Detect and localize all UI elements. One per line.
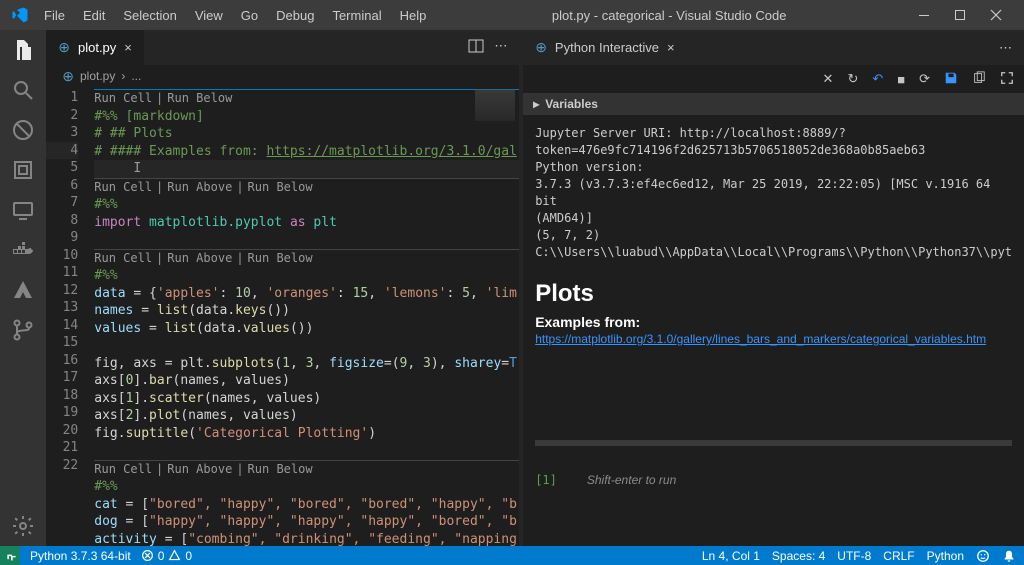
vscode-logo-icon (8, 3, 32, 27)
menu-go[interactable]: Go (233, 4, 266, 27)
feedback-icon[interactable] (976, 549, 990, 563)
debug-icon[interactable] (11, 158, 35, 182)
breadcrumb[interactable]: ⊕ plot.py › ... (46, 65, 519, 87)
status-language[interactable]: Python (927, 549, 964, 563)
minimap[interactable] (475, 89, 515, 121)
tab-close-icon[interactable]: × (124, 40, 132, 55)
menu-view[interactable]: View (187, 4, 231, 27)
output-subheading: Examples from: (535, 314, 1012, 331)
undo-icon[interactable]: ↶ (872, 71, 883, 87)
copy-icon[interactable] (972, 71, 986, 88)
status-eol[interactable]: CRLF (883, 549, 914, 563)
status-cursor-position[interactable]: Ln 4, Col 1 (702, 549, 760, 563)
variables-label: Variables (545, 97, 598, 111)
menu-selection[interactable]: Selection (115, 4, 184, 27)
line-gutter: 1 2 3 4 5 6 7 8 9 10 11 12 13 14 15 16 1… (46, 87, 94, 546)
codelens-run-cell[interactable]: Run Cell (94, 462, 152, 476)
remote-status-icon[interactable] (0, 546, 20, 565)
menu-debug[interactable]: Debug (268, 4, 322, 27)
python-file-icon: ⊕ (62, 68, 74, 85)
codelens-run-below[interactable]: Run Below (248, 251, 313, 265)
status-indentation[interactable]: Spaces: 4 (772, 549, 825, 563)
breadcrumb-file: plot.py (80, 69, 115, 83)
more-actions-icon[interactable]: ⋯ (494, 38, 507, 57)
menu-file[interactable]: File (36, 4, 73, 27)
status-problems[interactable]: 0 0 (141, 549, 192, 563)
horizontal-scrollbar[interactable] (535, 440, 1012, 446)
menu-edit[interactable]: Edit (75, 4, 113, 27)
restart-icon[interactable]: ⟳ (919, 71, 930, 87)
window-title: plot.py - categorical - Visual Studio Co… (438, 8, 900, 23)
chevron-right-icon: ▸ (533, 97, 539, 111)
codelens-run-above[interactable]: Run Above (167, 462, 232, 476)
search-icon[interactable] (11, 78, 35, 102)
codelens-run-cell[interactable]: Run Cell (94, 180, 152, 194)
codelens-run-below[interactable]: Run Below (248, 462, 313, 476)
output-link[interactable]: https://matplotlib.org/3.1.0/gallery/lin… (535, 332, 986, 346)
codelens-run-cell[interactable]: Run Cell (94, 91, 152, 105)
azure-icon[interactable] (11, 278, 35, 302)
stop-icon[interactable]: ■ (897, 72, 905, 87)
activity-bar (0, 30, 46, 546)
source-control-icon[interactable] (11, 118, 35, 142)
menu-terminal[interactable]: Terminal (324, 4, 389, 27)
cancel-icon[interactable]: ✕ (823, 71, 834, 87)
code-editor[interactable]: Run Cell|Run Below#%% [markdown]# ## Plo… (94, 87, 519, 546)
git-branch-icon[interactable] (11, 318, 35, 342)
settings-gear-icon[interactable] (11, 514, 35, 538)
status-python-version[interactable]: Python 3.7.3 64-bit (30, 549, 131, 563)
notifications-icon[interactable] (1002, 549, 1016, 563)
docker-icon[interactable] (11, 238, 35, 262)
interactive-tab-label: Python Interactive (555, 40, 659, 55)
run-hint: Shift-enter to run (587, 472, 676, 489)
codelens-run-above[interactable]: Run Above (167, 251, 232, 265)
tab-close-icon[interactable]: × (667, 40, 675, 55)
codelens-run-cell[interactable]: Run Cell (94, 251, 152, 265)
maximize-icon[interactable] (948, 3, 972, 27)
editor-tab[interactable]: ⊕ plot.py × (46, 30, 145, 65)
tab-label: plot.py (78, 40, 116, 55)
status-encoding[interactable]: UTF-8 (837, 549, 871, 563)
output-heading: Plots (535, 285, 1012, 302)
redo-icon[interactable]: ↻ (847, 71, 858, 87)
close-icon[interactable] (984, 3, 1008, 27)
chevron-right-icon: › (121, 69, 125, 83)
explorer-icon[interactable] (11, 38, 35, 62)
expand-icon[interactable] (1000, 71, 1014, 88)
split-editor-icon[interactable] (468, 38, 484, 57)
cell-number: [1] (535, 472, 557, 489)
more-actions-icon[interactable]: ⋯ (999, 40, 1012, 56)
status-bar: Python 3.7.3 64-bit 0 0 Ln 4, Col 1 Spac… (0, 546, 1024, 565)
codelens-run-below[interactable]: Run Below (248, 180, 313, 194)
minimize-icon[interactable] (912, 3, 936, 27)
codelens-run-above[interactable]: Run Above (167, 180, 232, 194)
menu-help[interactable]: Help (392, 4, 435, 27)
interactive-tab[interactable]: ⊕ Python Interactive × (523, 30, 686, 65)
save-icon[interactable] (944, 71, 958, 88)
python-file-icon: ⊕ (58, 39, 70, 56)
breadcrumb-tail: ... (131, 69, 141, 83)
interactive-output[interactable]: Jupyter Server URI: http://localhost:888… (523, 115, 1024, 546)
python-icon: ⊕ (535, 39, 547, 56)
interactive-toolbar: ✕ ↻ ↶ ■ ⟳ (523, 65, 1024, 93)
variables-section-header[interactable]: ▸ Variables (523, 93, 1024, 115)
remote-icon[interactable] (11, 198, 35, 222)
codelens-run-below[interactable]: Run Below (167, 91, 232, 105)
